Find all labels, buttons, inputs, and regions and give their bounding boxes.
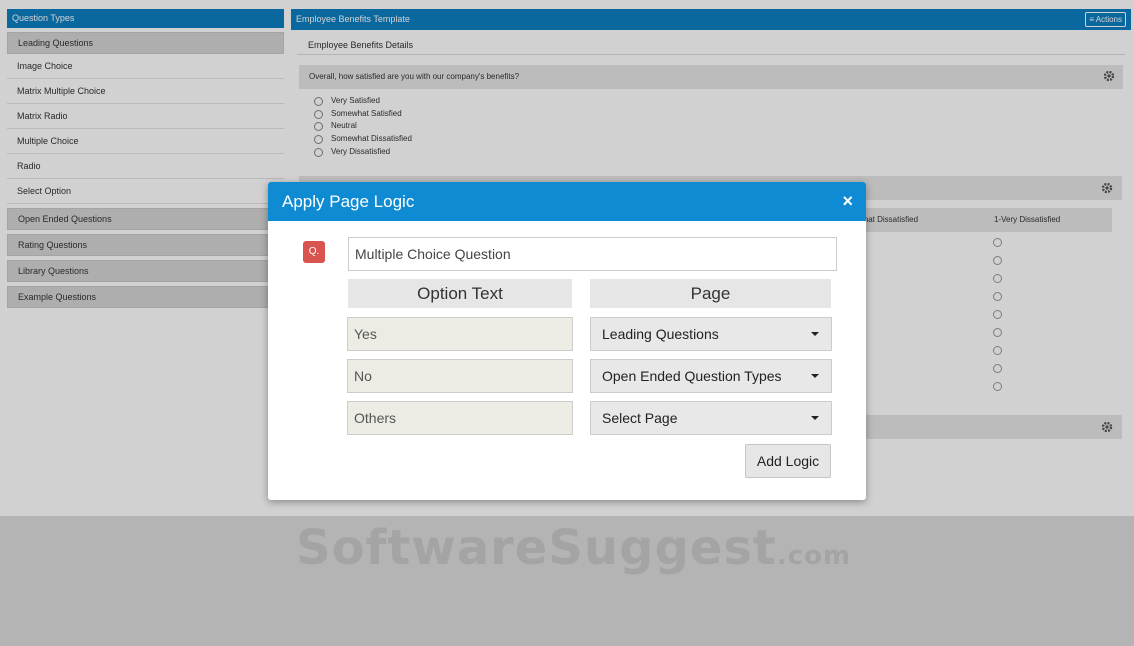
page-header: Page (590, 279, 831, 308)
option-text-field[interactable]: Yes (347, 317, 573, 351)
question-badge: Q. (303, 241, 325, 263)
caret-down-icon (811, 374, 819, 378)
page-select[interactable]: Open Ended Question Types (590, 359, 832, 393)
option-text-field[interactable]: No (347, 359, 573, 393)
caret-down-icon (811, 416, 819, 420)
option-text-header: Option Text (348, 279, 572, 308)
page-select[interactable]: Leading Questions (590, 317, 832, 351)
modal-header: Apply Page Logic × (268, 182, 866, 221)
add-logic-button[interactable]: Add Logic (745, 444, 831, 478)
question-field[interactable]: Multiple Choice Question (348, 237, 837, 271)
page-select-value: Leading Questions (602, 326, 719, 342)
page-select-value: Open Ended Question Types (602, 368, 782, 384)
close-icon[interactable]: × (842, 182, 853, 221)
caret-down-icon (811, 332, 819, 336)
apply-page-logic-modal: Apply Page Logic × Q. Multiple Choice Qu… (268, 182, 866, 500)
page-select-value: Select Page (602, 410, 678, 426)
modal-title: Apply Page Logic (282, 192, 415, 211)
page-select[interactable]: Select Page (590, 401, 832, 435)
option-text-field[interactable]: Others (347, 401, 573, 435)
